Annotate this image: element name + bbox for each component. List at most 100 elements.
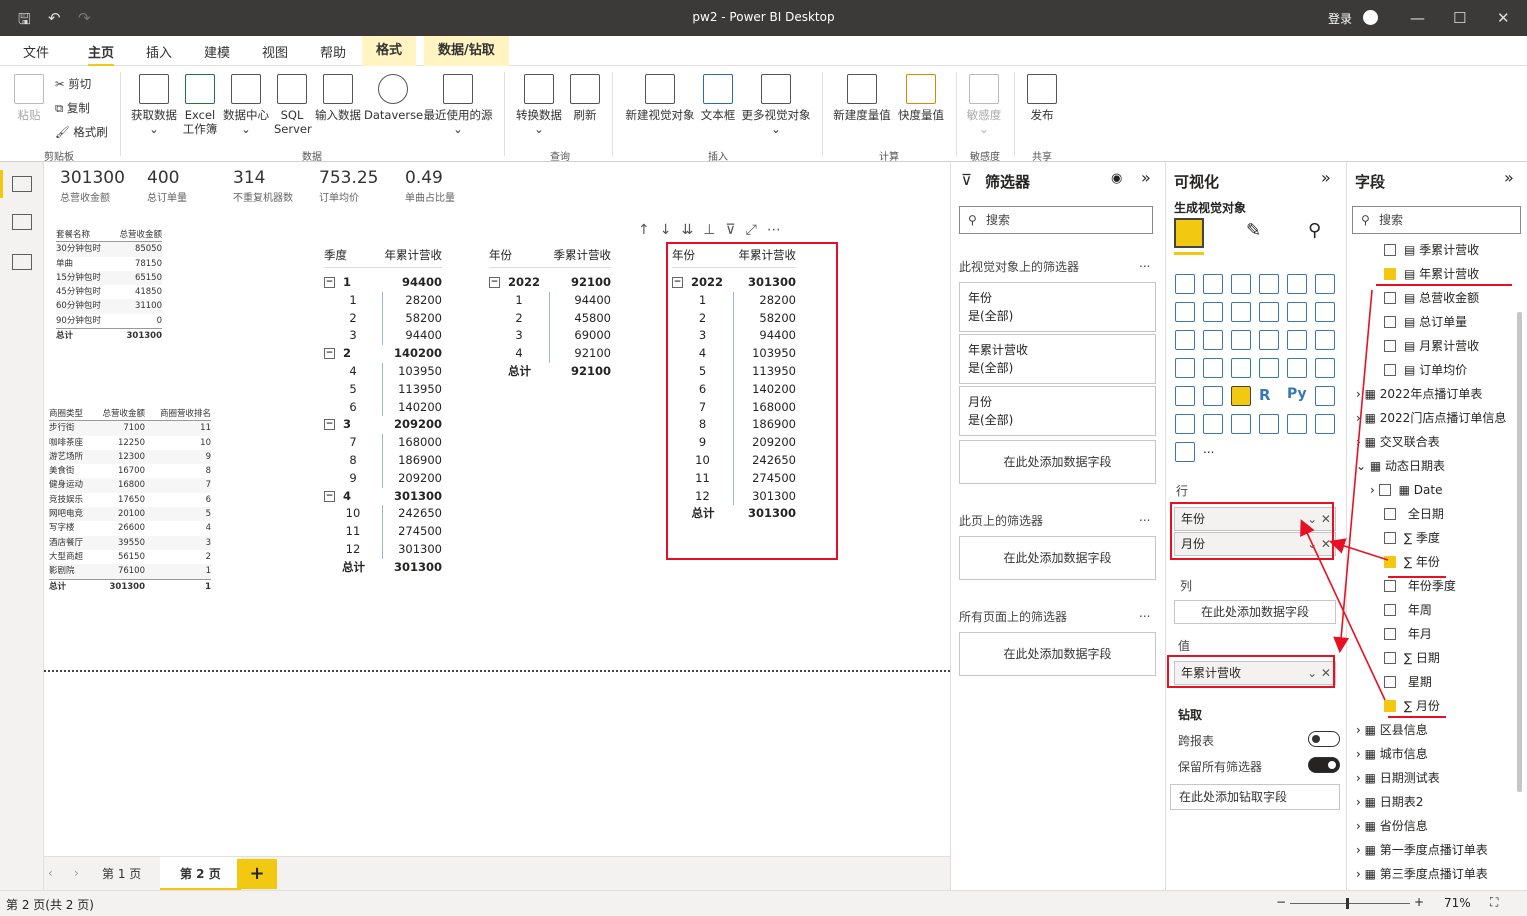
chevron-right-icon[interactable]: › (1356, 723, 1365, 737)
sensitivity-button[interactable]: 敏感度 ⌄ (962, 74, 1006, 136)
next-page-icon[interactable]: › (74, 866, 79, 880)
slicer-icon[interactable] (1175, 386, 1195, 406)
column-header[interactable]: 总营收金额 (97, 407, 145, 420)
table-row[interactable]: 健身运动 16800 7 (49, 478, 211, 493)
table-row[interactable]: 网吧电竞 20100 5 (49, 507, 211, 522)
column-header[interactable]: 商圈类型 (49, 407, 97, 420)
matrix-total-row[interactable]: 总计 92100 (489, 363, 611, 381)
matrix-row[interactable]: 8 186900 (324, 451, 442, 470)
menu-home[interactable]: 主页 (88, 42, 115, 66)
cross-report-toggle[interactable] (1308, 731, 1340, 747)
power-automate-icon[interactable] (1175, 442, 1195, 462)
matrix-row[interactable]: 3 94400 (324, 327, 442, 346)
chevron-right-icon[interactable]: › (1356, 819, 1365, 833)
checkbox[interactable] (1384, 700, 1396, 712)
more-visuals-button[interactable]: 更多视觉对象 ⌄ (738, 74, 814, 136)
kpi-card[interactable]: 314 不重复机器数 (233, 168, 293, 204)
report-canvas[interactable]: 301300 总营收金额 400 总订单量 314 不重复机器数 753.25 订单均价… (44, 162, 950, 856)
matrix-row[interactable]: 2 58200 (324, 309, 442, 328)
column-header[interactable]: 年份 (489, 242, 550, 267)
more-visuals-icon[interactable]: ... (1203, 442, 1223, 462)
donut-chart-icon[interactable] (1287, 330, 1307, 350)
checkbox[interactable] (1384, 652, 1396, 664)
checkbox[interactable] (1384, 268, 1396, 280)
matrix-row[interactable]: 6 140200 (324, 398, 442, 417)
analytics-tab-icon[interactable]: ⚲ (1308, 220, 1321, 241)
excel-button[interactable]: Excel 工作簿 (182, 74, 218, 136)
matrix-row[interactable]: 5 113950 (324, 380, 442, 399)
drill-up-icon[interactable]: ↑ (638, 222, 660, 238)
field-item[interactable]: › ▦ 区县信息 (1356, 718, 1428, 742)
drill-add-field[interactable]: 在此处添加钻取字段 (1170, 784, 1340, 810)
dataverse-button[interactable]: Dataverse (364, 74, 423, 122)
arcgis-icon[interactable] (1287, 414, 1307, 434)
more-options-icon[interactable]: ⋯ (767, 222, 791, 238)
business-area-table[interactable]: 商圈类型 总营收金额 商圈营收排名 步行街 7100 11 咖啡茶座 12250 10 游艺场所 1… (49, 407, 211, 593)
matrix-row[interactable]: 12 301300 (324, 540, 442, 559)
menu-insert[interactable]: 插入 (146, 42, 172, 61)
field-item[interactable]: › ▦ 2022门店点播订单信息 (1356, 406, 1506, 430)
keep-filters-toggle[interactable] (1308, 757, 1340, 773)
kpi-card[interactable]: 400 总订单量 (147, 168, 187, 204)
matrix-icon[interactable] (1231, 386, 1251, 406)
report-view-icon[interactable] (12, 176, 32, 192)
power-apps-icon[interactable] (1315, 414, 1335, 434)
year-quarter-matrix[interactable]: 年份 季累计营收 −2022 92100 1 94400 2 45800 3 69000 4 9210… (489, 242, 611, 381)
cut-button[interactable]: ✂ 剪切 (55, 76, 91, 92)
matrix-row[interactable]: 1 94400 (489, 291, 611, 310)
format-painter-button[interactable]: 🖌 格式刷 (55, 124, 108, 140)
matrix-row[interactable]: 7 168000 (324, 434, 442, 452)
clustered-bar-icon[interactable] (1231, 274, 1251, 294)
field-item[interactable]: › ▦ 城市信息 (1356, 742, 1428, 766)
filter-card-year[interactable]: 年份 是(全部) (959, 282, 1156, 332)
chevron-right-icon[interactable]: › (1356, 795, 1365, 809)
field-item[interactable]: ⌄ ▦ 动态日期表 (1356, 454, 1445, 478)
field-item[interactable]: ▤ 季累计营收 (1384, 238, 1479, 262)
zoom-slider[interactable] (1290, 898, 1410, 909)
pie-chart-icon[interactable] (1259, 330, 1279, 350)
quick-measure-button[interactable]: 快度量值 (894, 74, 948, 122)
stacked-column-icon[interactable] (1203, 274, 1223, 294)
filters-search-input[interactable]: ⚲ 搜索 (959, 206, 1153, 234)
python-visual-icon[interactable]: Py (1287, 386, 1307, 406)
maximize-icon[interactable]: ☐ (1453, 9, 1466, 27)
collapse-icon[interactable]: − (324, 490, 335, 502)
textbox-button[interactable]: 文本框 (698, 74, 738, 122)
column-header[interactable]: 季累计营收 (550, 242, 612, 267)
menu-help[interactable]: 帮助 (320, 42, 346, 61)
column-header[interactable]: 套餐名称 (56, 228, 112, 241)
stacked-bar-icon[interactable] (1175, 274, 1195, 294)
kpi-card[interactable]: 301300 总营收金额 (60, 168, 125, 204)
kpi-icon[interactable] (1315, 358, 1335, 378)
field-item[interactable]: › ▦ 省份信息 (1356, 814, 1428, 838)
matrix-row[interactable]: −2022 92100 (489, 274, 611, 292)
expand-all-icon[interactable]: ⇊ (681, 222, 703, 238)
matrix-row[interactable]: 4 92100 (489, 345, 611, 363)
collapse-icon[interactable]: » (1321, 168, 1331, 187)
table-row[interactable]: 竞技娱乐 17650 6 (49, 493, 211, 507)
page-add-field[interactable]: 在此处添加数据字段 (959, 536, 1156, 580)
field-item[interactable]: ∑ 年份 (1384, 550, 1440, 574)
table-row[interactable]: 15分钟包时 65150 (56, 270, 162, 286)
matrix-row[interactable]: 3 69000 (489, 327, 611, 346)
treemap-icon[interactable] (1315, 330, 1335, 350)
checkbox[interactable] (1384, 532, 1396, 544)
datahub-button[interactable]: 数据中心 ⌄ (220, 74, 272, 136)
chevron-right-icon[interactable]: › (1356, 387, 1365, 401)
line-clustered-icon[interactable] (1287, 302, 1307, 322)
visual-add-field[interactable]: 在此处添加数据字段 (959, 440, 1156, 484)
qa-icon[interactable] (1203, 414, 1223, 434)
checkbox[interactable] (1378, 484, 1391, 496)
line-chart-icon[interactable] (1175, 302, 1195, 322)
matrix-row[interactable]: 1 28200 (324, 291, 442, 310)
gauge-icon[interactable] (1231, 358, 1251, 378)
decomposition-tree-icon[interactable] (1175, 414, 1195, 434)
more-icon[interactable]: ... (1139, 606, 1150, 620)
all-pages-add-field[interactable]: 在此处添加数据字段 (959, 632, 1156, 676)
chevron-right-icon[interactable]: › (1356, 843, 1365, 857)
recent-sources-button[interactable]: 最近使用的源 ⌄ (420, 74, 496, 136)
new-measure-button[interactable]: 新建度量值 (830, 74, 894, 122)
minimize-icon[interactable]: — (1410, 9, 1425, 27)
collapse-icon[interactable]: − (324, 419, 335, 431)
field-item[interactable]: › ▦ 日期表2 (1356, 790, 1423, 814)
